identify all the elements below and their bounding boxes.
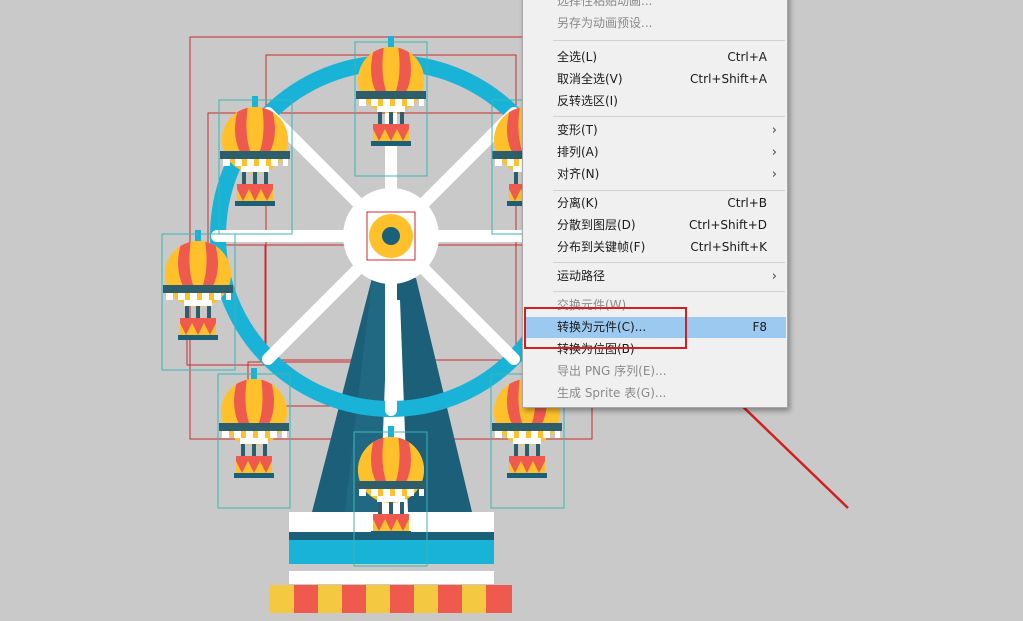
menu-item-distribute-to-layers[interactable]: 分散到图层(D) Ctrl+Shift+D xyxy=(525,215,786,236)
menu-item-deselect-all[interactable]: 取消全选(V) Ctrl+Shift+A xyxy=(525,69,786,90)
chevron-right-icon: › xyxy=(771,167,777,182)
menu-item-align[interactable]: 对齐(N) › xyxy=(525,164,786,185)
canvas-artwork[interactable] xyxy=(0,0,1023,621)
chevron-right-icon: › xyxy=(771,145,777,160)
menu-item-export-png-sequence[interactable]: 导出 PNG 序列(E)... xyxy=(525,361,786,382)
menu-separator xyxy=(553,40,785,41)
menu-item-paste-special-animation[interactable]: 选择性粘贴动画... xyxy=(525,0,786,12)
menu-item-break-apart[interactable]: 分离(K) Ctrl+B xyxy=(525,193,786,214)
chevron-right-icon: › xyxy=(771,269,777,284)
menu-separator xyxy=(553,291,785,292)
chevron-right-icon: › xyxy=(771,123,777,138)
menu-item-generate-sprite-sheet[interactable]: 生成 Sprite 表(G)... xyxy=(525,383,786,404)
annotation-highlight-box xyxy=(524,307,687,349)
menu-item-save-animation-preset[interactable]: 另存为动画预设... xyxy=(525,13,786,34)
menu-item-motion-path[interactable]: 运动路径 › xyxy=(525,266,786,287)
menu-item-select-all[interactable]: 全选(L) Ctrl+A xyxy=(525,47,786,68)
menu-item-transform[interactable]: 变形(T) › xyxy=(525,120,786,141)
menu-separator xyxy=(553,262,785,263)
menu-separator xyxy=(553,116,785,117)
menu-item-distribute-to-keyframes[interactable]: 分布到关键帧(F) Ctrl+Shift+K xyxy=(525,237,786,258)
menu-item-arrange[interactable]: 排列(A) › xyxy=(525,142,786,163)
menu-item-invert-selection[interactable]: 反转选区(I) xyxy=(525,91,786,112)
menu-separator xyxy=(553,190,785,191)
